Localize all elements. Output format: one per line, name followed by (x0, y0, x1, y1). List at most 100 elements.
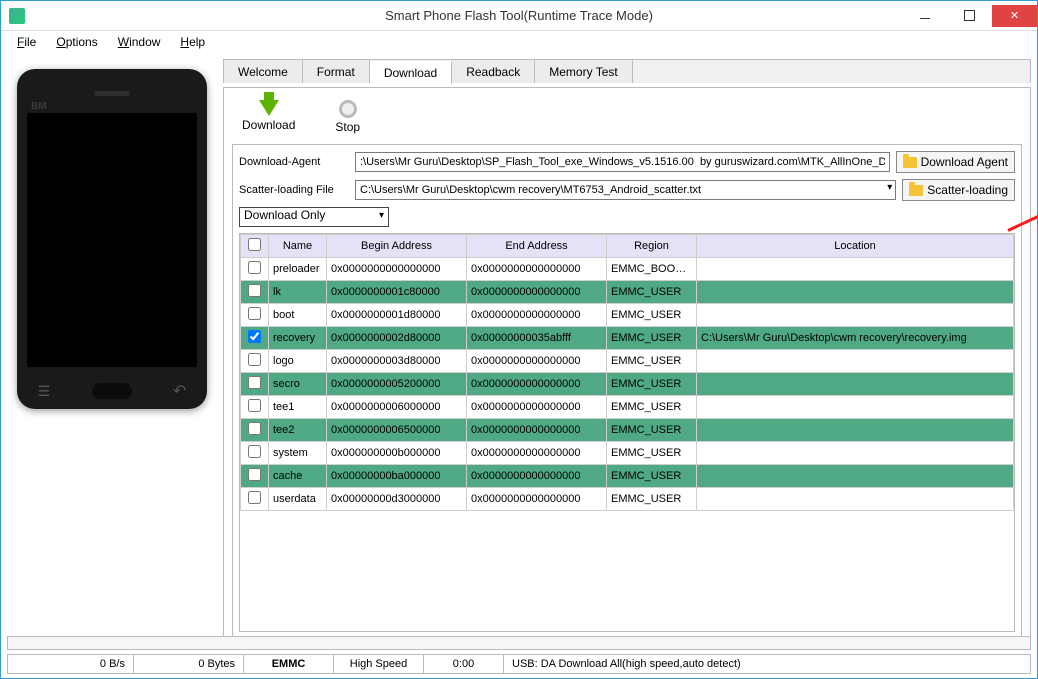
cell-location (697, 281, 1014, 304)
cell-location (697, 465, 1014, 488)
cell-location (697, 419, 1014, 442)
minimize-button[interactable] (902, 5, 947, 27)
window-title: Smart Phone Flash Tool(Runtime Trace Mod… (385, 8, 653, 23)
progress-bar (7, 636, 1031, 650)
table-row[interactable]: tee10x00000000060000000x0000000000000000… (241, 396, 1014, 419)
stop-action-button[interactable]: Stop (335, 100, 360, 134)
phone-home-icon (92, 383, 132, 399)
table-row[interactable]: tee20x00000000065000000x0000000000000000… (241, 419, 1014, 442)
table-row[interactable]: system0x000000000b0000000x00000000000000… (241, 442, 1014, 465)
select-all-checkbox[interactable] (248, 238, 261, 251)
cell-begin: 0x0000000006000000 (327, 396, 467, 419)
status-storage: EMMC (244, 655, 334, 673)
cell-end: 0x0000000000000000 (467, 350, 607, 373)
cell-region: EMMC_USER (607, 304, 697, 327)
cell-name: recovery (269, 327, 327, 350)
cell-region: EMMC_USER (607, 327, 697, 350)
row-checkbox[interactable] (248, 422, 261, 435)
col-end[interactable]: End Address (467, 235, 607, 258)
row-checkbox[interactable] (248, 468, 261, 481)
scatter-file-input[interactable] (355, 180, 896, 200)
cell-name: cache (269, 465, 327, 488)
table-row[interactable]: recovery0x0000000002d800000x00000000035a… (241, 327, 1014, 350)
cell-name: logo (269, 350, 327, 373)
cell-begin: 0x0000000001c80000 (327, 281, 467, 304)
menu-file[interactable]: File (9, 33, 44, 51)
tab-welcome[interactable]: Welcome (224, 60, 303, 83)
row-checkbox[interactable] (248, 491, 261, 504)
stop-action-label: Stop (335, 120, 360, 134)
table-row[interactable]: cache0x00000000ba0000000x000000000000000… (241, 465, 1014, 488)
tab-bar: Welcome Format Download Readback Memory … (223, 59, 1031, 83)
col-begin[interactable]: Begin Address (327, 235, 467, 258)
table-row[interactable]: logo0x0000000003d800000x0000000000000000… (241, 350, 1014, 373)
download-arrow-icon (259, 100, 279, 116)
cell-end: 0x0000000000000000 (467, 419, 607, 442)
status-bytes: 0 Bytes (134, 655, 244, 673)
cell-location (697, 373, 1014, 396)
menu-bar: File Options Window Help (1, 31, 1037, 53)
scatter-file-label: Scatter-loading File (239, 184, 349, 196)
row-checkbox[interactable] (248, 261, 261, 274)
table-row[interactable]: lk0x0000000001c800000x0000000000000000EM… (241, 281, 1014, 304)
cell-name: system (269, 442, 327, 465)
menu-help[interactable]: Help (172, 33, 213, 51)
row-checkbox[interactable] (248, 353, 261, 366)
cell-begin: 0x0000000001d80000 (327, 304, 467, 327)
col-name[interactable]: Name (269, 235, 327, 258)
menu-options[interactable]: Options (48, 33, 105, 51)
cell-name: secro (269, 373, 327, 396)
cell-end: 0x0000000000000000 (467, 373, 607, 396)
phone-back-icon (173, 381, 186, 401)
table-row[interactable]: secro0x00000000052000000x000000000000000… (241, 373, 1014, 396)
cell-location (697, 258, 1014, 281)
col-location[interactable]: Location (697, 235, 1014, 258)
cell-region: EMMC_BOOT_1 (607, 258, 697, 281)
row-checkbox[interactable] (248, 284, 261, 297)
download-agent-label: Download-Agent (239, 156, 349, 168)
cell-region: EMMC_USER (607, 373, 697, 396)
cell-end: 0x00000000035abfff (467, 327, 607, 350)
folder-icon (909, 185, 923, 196)
phone-mockup: BM (17, 69, 207, 409)
cell-name: tee1 (269, 396, 327, 419)
cell-begin: 0x000000000b000000 (327, 442, 467, 465)
row-checkbox[interactable] (248, 399, 261, 412)
cell-end: 0x0000000000000000 (467, 304, 607, 327)
status-mode: High Speed (334, 655, 424, 673)
cell-location (697, 304, 1014, 327)
phone-speaker-icon (94, 91, 130, 96)
tab-download[interactable]: Download (370, 61, 452, 84)
row-checkbox[interactable] (248, 445, 261, 458)
download-agent-button[interactable]: Download Agent (896, 151, 1015, 173)
status-time: 0:00 (424, 655, 504, 673)
cell-begin: 0x0000000000000000 (327, 258, 467, 281)
table-row[interactable]: preloader0x00000000000000000x00000000000… (241, 258, 1014, 281)
download-action-button[interactable]: Download (242, 100, 295, 134)
tab-memory-test[interactable]: Memory Test (535, 60, 632, 83)
tab-format[interactable]: Format (303, 60, 370, 83)
menu-window[interactable]: Window (110, 33, 169, 51)
cell-location (697, 488, 1014, 511)
cell-begin: 0x0000000003d80000 (327, 350, 467, 373)
cell-begin: 0x0000000005200000 (327, 373, 467, 396)
table-row[interactable]: userdata0x00000000d30000000x000000000000… (241, 488, 1014, 511)
status-speed: 0 B/s (24, 655, 134, 673)
col-region[interactable]: Region (607, 235, 697, 258)
table-row[interactable]: boot0x0000000001d800000x0000000000000000… (241, 304, 1014, 327)
row-checkbox[interactable] (248, 307, 261, 320)
download-agent-input[interactable] (355, 152, 890, 172)
cell-location (697, 442, 1014, 465)
status-connection: USB: DA Download All(high speed,auto det… (504, 655, 1030, 673)
row-checkbox[interactable] (248, 376, 261, 389)
phone-preview-panel: BM (7, 59, 217, 648)
maximize-button[interactable] (947, 5, 992, 27)
cell-location (697, 396, 1014, 419)
partition-table: Name Begin Address End Address Region Lo… (240, 234, 1014, 511)
stop-icon (339, 100, 357, 118)
close-button[interactable] (992, 5, 1037, 27)
scatter-loading-button[interactable]: Scatter-loading (902, 179, 1015, 201)
tab-readback[interactable]: Readback (452, 60, 535, 83)
row-checkbox[interactable] (248, 330, 261, 343)
download-mode-select[interactable]: Download Only (239, 207, 389, 227)
